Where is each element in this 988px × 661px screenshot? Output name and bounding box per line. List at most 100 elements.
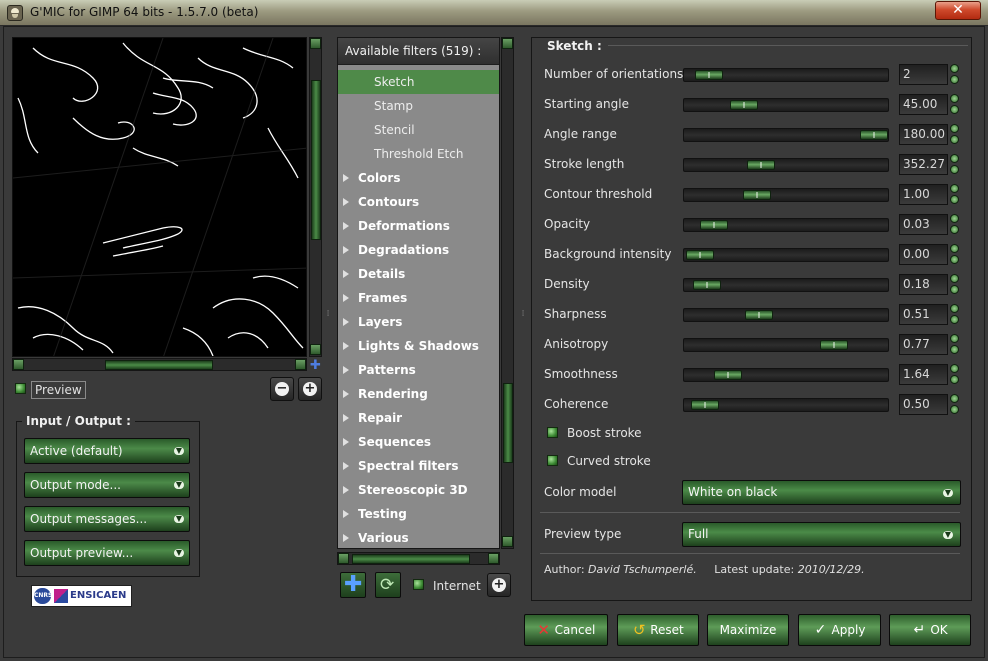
curved-stroke-toggle[interactable] — [547, 455, 558, 469]
param-value-input[interactable]: 0.77 — [899, 334, 948, 355]
spin-up-icon[interactable] — [950, 334, 959, 343]
boost-stroke-toggle[interactable] — [547, 427, 558, 441]
scroll-left-arrow[interactable] — [13, 359, 24, 370]
slider-handle[interactable] — [714, 370, 742, 380]
spin-down-icon[interactable] — [950, 105, 959, 114]
preview-toggle[interactable] — [15, 383, 26, 397]
expander-arrow-icon[interactable] — [343, 174, 349, 182]
param-slider[interactable] — [683, 218, 889, 232]
spin-up-icon[interactable] — [950, 124, 959, 133]
category-contours[interactable]: Contours — [338, 190, 499, 214]
maximize-button[interactable]: Maximize — [707, 614, 789, 646]
add-filter-button[interactable]: ✚ — [340, 572, 366, 598]
param-slider[interactable] — [683, 188, 889, 202]
slider-handle[interactable] — [820, 340, 848, 350]
scroll-left-arrow[interactable] — [338, 553, 349, 564]
expander-arrow-icon[interactable] — [343, 270, 349, 278]
filters-hscroll-thumb[interactable] — [352, 554, 470, 564]
gimp-app-icon[interactable] — [7, 5, 23, 21]
spin-down-icon[interactable] — [950, 255, 959, 264]
boost-stroke-label[interactable]: Boost stroke — [567, 426, 642, 440]
category-rendering[interactable]: Rendering — [338, 382, 499, 406]
preview-crosshair-icon[interactable]: ✚ — [309, 359, 322, 372]
expander-arrow-icon[interactable] — [343, 318, 349, 326]
expander-arrow-icon[interactable] — [343, 222, 349, 230]
category-deformations[interactable]: Deformations — [338, 214, 499, 238]
expander-arrow-icon[interactable] — [343, 438, 349, 446]
spin-down-icon[interactable] — [950, 165, 959, 174]
category-repair[interactable]: Repair — [338, 406, 499, 430]
expander-arrow-icon[interactable] — [343, 462, 349, 470]
spin-up-icon[interactable] — [950, 274, 959, 283]
spin-down-icon[interactable] — [950, 75, 959, 84]
apply-button[interactable]: ✓ Apply — [798, 614, 881, 646]
filter-item-threshold-etch[interactable]: Threshold Etch — [338, 142, 499, 166]
right-splitter-handle[interactable]: ⁞ — [520, 310, 526, 328]
param-value-input[interactable]: 352.27 — [899, 154, 948, 175]
spin-buttons[interactable] — [950, 304, 960, 325]
category-degradations[interactable]: Degradations — [338, 238, 499, 262]
category-various[interactable]: Various — [338, 526, 499, 548]
spin-down-icon[interactable] — [950, 225, 959, 234]
expander-arrow-icon[interactable] — [343, 294, 349, 302]
preview-vertical-scrollbar[interactable] — [309, 37, 322, 357]
preview-image[interactable] — [12, 37, 307, 357]
category-sequences[interactable]: Sequences — [338, 430, 499, 454]
internet-toggle[interactable] — [413, 579, 424, 593]
refresh-filters-button[interactable]: ⟳ — [375, 572, 401, 598]
slider-handle[interactable] — [695, 70, 723, 80]
expander-arrow-icon[interactable] — [343, 366, 349, 374]
param-slider[interactable] — [683, 158, 889, 172]
expander-arrow-icon[interactable] — [343, 486, 349, 494]
scroll-down-arrow[interactable] — [310, 344, 321, 355]
param-slider[interactable] — [683, 68, 889, 82]
param-slider[interactable] — [683, 398, 889, 412]
spin-down-icon[interactable] — [950, 405, 959, 414]
spin-up-icon[interactable] — [950, 214, 959, 223]
param-value-input[interactable]: 1.00 — [899, 184, 948, 205]
slider-handle[interactable] — [745, 310, 773, 320]
spin-buttons[interactable] — [950, 334, 960, 355]
color-model-combo[interactable]: White on black ▼ — [682, 480, 961, 505]
preview-horizontal-scrollbar[interactable] — [12, 358, 307, 371]
category-layers[interactable]: Layers — [338, 310, 499, 334]
preview-checkbox[interactable] — [15, 383, 26, 394]
slider-handle[interactable] — [743, 190, 771, 200]
expander-arrow-icon[interactable] — [343, 342, 349, 350]
output-preview-combo[interactable]: Output preview... ▼ — [24, 540, 190, 566]
output-mode-combo[interactable]: Output mode... ▼ — [24, 472, 190, 498]
preview-label-box[interactable]: Preview — [31, 381, 86, 399]
spin-up-icon[interactable] — [950, 364, 959, 373]
expander-arrow-icon[interactable] — [343, 414, 349, 422]
spin-buttons[interactable] — [950, 274, 960, 295]
param-slider[interactable] — [683, 98, 889, 112]
param-slider[interactable] — [683, 368, 889, 382]
preview-type-combo[interactable]: Full ▼ — [682, 522, 961, 547]
expander-arrow-icon[interactable] — [343, 534, 349, 542]
expander-arrow-icon[interactable] — [343, 510, 349, 518]
param-slider[interactable] — [683, 248, 889, 262]
slider-handle[interactable] — [700, 220, 728, 230]
curved-stroke-checkbox[interactable] — [547, 455, 558, 466]
expander-arrow-icon[interactable] — [343, 390, 349, 398]
scroll-right-arrow[interactable] — [488, 553, 499, 564]
spin-up-icon[interactable] — [950, 184, 959, 193]
expand-all-button[interactable]: + — [487, 573, 511, 597]
filters-vscroll-thumb[interactable] — [503, 383, 513, 463]
slider-handle[interactable] — [860, 130, 888, 140]
param-value-input[interactable]: 180.00 — [899, 124, 948, 145]
spin-buttons[interactable] — [950, 394, 960, 415]
slider-handle[interactable] — [693, 280, 721, 290]
param-value-input[interactable]: 0.03 — [899, 214, 948, 235]
cancel-button[interactable]: ✕ Cancel — [524, 614, 608, 646]
spin-buttons[interactable] — [950, 154, 960, 175]
spin-up-icon[interactable] — [950, 94, 959, 103]
spin-buttons[interactable] — [950, 364, 960, 385]
param-slider[interactable] — [683, 128, 889, 142]
internet-checkbox[interactable] — [413, 579, 424, 590]
reset-button[interactable]: ↺ Reset — [617, 614, 699, 646]
scroll-up-arrow[interactable] — [502, 38, 513, 49]
spin-down-icon[interactable] — [950, 315, 959, 324]
spin-up-icon[interactable] — [950, 64, 959, 73]
spin-buttons[interactable] — [950, 94, 960, 115]
